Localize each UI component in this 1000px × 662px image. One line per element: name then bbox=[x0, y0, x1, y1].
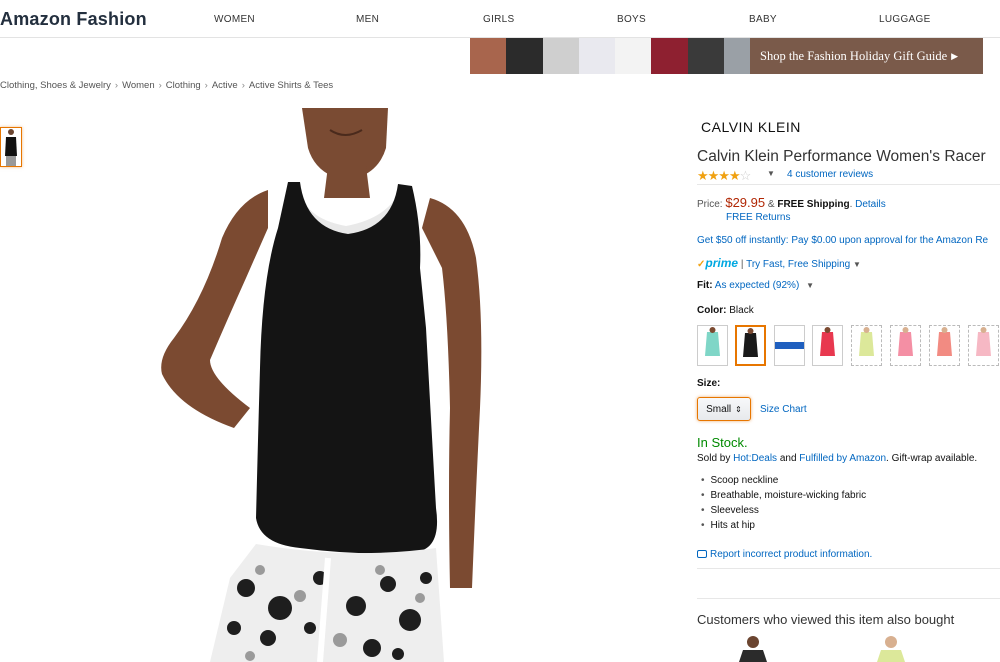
size-label: Size: bbox=[697, 378, 721, 389]
nav-girls[interactable]: GIRLS bbox=[483, 14, 515, 25]
feature-bullets: Scoop neckline Breathable, moisture-wick… bbox=[701, 475, 867, 535]
fulfilled-by-amazon-link[interactable]: Fulfilled by Amazon bbox=[799, 453, 886, 464]
also-bought-carousel bbox=[697, 634, 1000, 662]
breadcrumb-item[interactable]: Clothing, Shoes & Jewelry bbox=[0, 80, 111, 91]
credit-card-promo-link[interactable]: Get $50 off instantly: Pay $0.00 upon ap… bbox=[697, 235, 988, 246]
swatch-pink[interactable] bbox=[890, 325, 921, 366]
divider bbox=[697, 568, 1000, 569]
seller-link[interactable]: Hot:Deals bbox=[733, 453, 777, 464]
chevron-right-icon: › bbox=[158, 80, 162, 91]
divider bbox=[697, 184, 1000, 185]
product-main-image[interactable] bbox=[150, 108, 490, 662]
list-item: Breathable, moisture-wicking fabric bbox=[701, 490, 867, 505]
nav-boys[interactable]: BOYS bbox=[617, 14, 646, 25]
try-prime-link[interactable]: Try Fast, Free Shipping bbox=[746, 259, 850, 270]
chevron-right-icon: › bbox=[114, 80, 119, 91]
swatch-coral[interactable] bbox=[929, 325, 960, 366]
list-item: Sleeveless bbox=[701, 505, 866, 520]
swatch-red[interactable] bbox=[812, 325, 843, 366]
nav-men[interactable]: MEN bbox=[356, 14, 379, 25]
fit-row: Fit: As expected (92%) ▼ bbox=[697, 280, 814, 291]
price-row: Price: $29.95 & FREE Shipping. Details bbox=[697, 195, 886, 210]
list-item: Hits at hip bbox=[701, 520, 866, 535]
shipping-amp: & bbox=[767, 199, 775, 210]
star-rating-icon[interactable]: ★★★★☆ bbox=[697, 168, 751, 184]
size-value: Small bbox=[706, 403, 732, 415]
amazon-fashion-logo[interactable]: Amazon Fashion bbox=[0, 9, 147, 30]
report-label: Report incorrect product information. bbox=[710, 549, 873, 560]
list-item: Scoop neckline bbox=[701, 475, 866, 490]
free-returns-link[interactable]: FREE Returns bbox=[726, 212, 790, 223]
fit-value-link[interactable]: As expected (92%) bbox=[715, 280, 800, 291]
swatch-light-pink[interactable] bbox=[968, 325, 999, 366]
size-chart-link[interactable]: Size Chart bbox=[760, 404, 807, 415]
gift-wrap-text: . Gift-wrap available. bbox=[886, 453, 978, 464]
sold-by-prefix: Sold by bbox=[697, 453, 731, 464]
size-dropdown[interactable]: Small ⇕ bbox=[697, 397, 751, 421]
sold-by-row: Sold by Hot:Deals and Fulfilled by Amazo… bbox=[697, 453, 977, 464]
stock-status: In Stock. bbox=[697, 435, 748, 450]
breadcrumb-item[interactable]: Clothing bbox=[166, 80, 201, 91]
color-swatches bbox=[697, 325, 1000, 366]
sold-by-and: and bbox=[779, 453, 797, 464]
image-thumbnail-selected[interactable] bbox=[0, 127, 22, 167]
comment-icon bbox=[697, 550, 707, 558]
price-label: Price: bbox=[697, 199, 723, 210]
prime-row: ✓prime | Try Fast, Free Shipping ▼ bbox=[697, 256, 861, 270]
also-bought-item[interactable] bbox=[739, 636, 767, 662]
shipping-details-link[interactable]: Details bbox=[855, 199, 886, 210]
breadcrumb-item[interactable]: Active Shirts & Tees bbox=[249, 80, 333, 91]
chevron-down-icon[interactable]: ▼ bbox=[767, 169, 775, 178]
breadcrumb-item[interactable]: Active bbox=[212, 80, 238, 91]
chevron-down-icon[interactable]: ▼ bbox=[853, 260, 861, 269]
breadcrumb-item[interactable]: Women bbox=[122, 80, 155, 91]
free-shipping: FREE Shipping bbox=[777, 199, 850, 210]
product-title: Calvin Klein Performance Women's Racer bbox=[697, 148, 986, 165]
price-value: $29.95 bbox=[725, 195, 766, 210]
nav-women[interactable]: WOMEN bbox=[214, 14, 255, 25]
color-row: Color: Black bbox=[697, 305, 754, 316]
color-value: Black bbox=[729, 305, 754, 316]
chevron-down-icon[interactable]: ▼ bbox=[806, 281, 814, 290]
sort-arrows-icon: ⇕ bbox=[735, 404, 742, 414]
breadcrumb: Clothing, Shoes & Jewelry › Women › Clothing… bbox=[0, 80, 333, 91]
swatch-white-blue[interactable] bbox=[774, 325, 805, 366]
chevron-right-icon: › bbox=[204, 80, 208, 91]
color-label: Color: bbox=[697, 305, 727, 316]
brand-logo[interactable]: CALVIN KLEIN bbox=[701, 119, 801, 135]
customer-reviews-link[interactable]: 4 customer reviews bbox=[787, 169, 873, 180]
rating-row: ★★★★☆ ▼ 4 customer reviews bbox=[697, 168, 1000, 184]
also-bought-item[interactable] bbox=[877, 636, 905, 662]
swatch-mint[interactable] bbox=[697, 325, 728, 366]
swatch-black[interactable] bbox=[735, 325, 766, 366]
also-bought-heading: Customers who viewed this item also boug… bbox=[697, 612, 955, 627]
prime-logo: prime bbox=[705, 256, 739, 270]
chevron-right-icon: › bbox=[241, 80, 245, 91]
swatch-lime[interactable] bbox=[851, 325, 882, 366]
divider bbox=[697, 598, 1000, 599]
product-details: CALVIN KLEIN Calvin Klein Performance Wo… bbox=[697, 0, 1000, 662]
fit-label: Fit: bbox=[697, 280, 713, 291]
report-product-info-link[interactable]: Report incorrect product information. bbox=[697, 549, 872, 560]
prime-separator: | bbox=[740, 259, 744, 270]
